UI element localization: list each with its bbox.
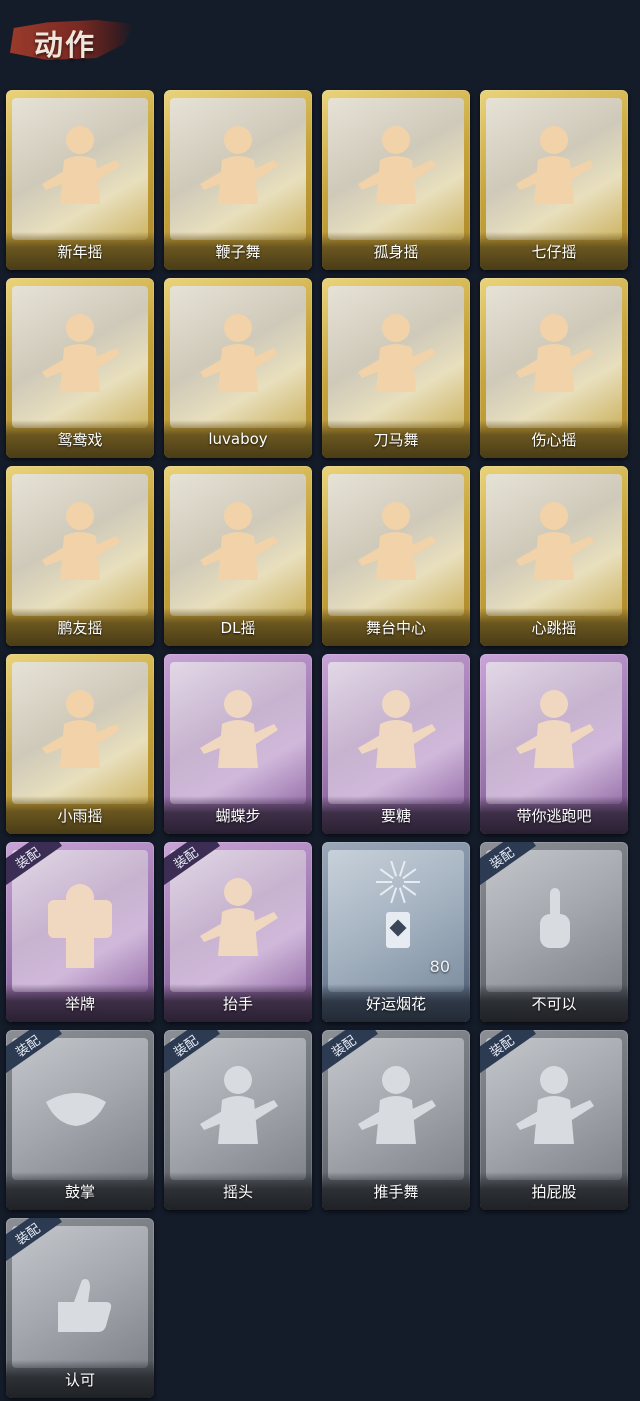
card-label-bar: 孤身摇 [322,232,470,270]
card-label-bar: 摇头 [164,1172,312,1210]
action-card[interactable]: 鸳鸯戏 [6,278,154,458]
action-label: 推手舞 [373,1182,419,1201]
action-label: 蝴蝶步 [215,806,261,825]
card-label-bar: 推手舞 [322,1172,470,1210]
card-label-bar: 伤心摇 [480,420,628,458]
card-label-bar: 舞台中心 [322,608,470,646]
figure-music-icon [6,654,154,804]
card-label-bar: 举牌 [6,984,154,1022]
action-label: 心跳摇 [531,618,577,637]
action-card[interactable]: 装配 认可 [6,1218,154,1398]
figure-dance-icon [164,278,312,428]
item-count: 80 [429,957,450,976]
card-label-bar: 拍屁股 [480,1172,628,1210]
figure-music-icon [480,90,628,240]
action-card[interactable]: 蝴蝶步 [164,654,312,834]
action-label: 鹏友摇 [57,618,103,637]
action-card[interactable]: 鞭子舞 [164,90,312,270]
action-label: 不可以 [531,994,577,1013]
card-label-bar: 要糖 [322,796,470,834]
action-label: 舞台中心 [365,618,426,637]
action-card[interactable]: 要糖 [322,654,470,834]
action-label: 好运烟花 [365,994,426,1013]
action-card[interactable]: 装配 摇头 [164,1030,312,1210]
action-card[interactable]: DL摇 [164,466,312,646]
action-label: 新年摇 [57,242,103,261]
card-label-bar: luvaboy [164,420,312,458]
card-label-bar: 鹏友摇 [6,608,154,646]
figure-point-icon [480,654,628,804]
card-label-bar: DL摇 [164,608,312,646]
action-card[interactable]: 伤心摇 [480,278,628,458]
figure-arms-out-icon [164,654,312,804]
action-label: 孤身摇 [373,242,419,261]
action-label: 小雨摇 [57,806,103,825]
action-card[interactable]: 孤身摇 [322,90,470,270]
figure-music-icon [480,466,628,616]
card-label-bar: 抬手 [164,984,312,1022]
action-label: 要糖 [380,806,411,825]
action-card[interactable]: 新年摇 [6,90,154,270]
action-card[interactable]: 80 好运烟花 [322,842,470,1022]
action-card[interactable]: 装配 举牌 [6,842,154,1022]
card-label-bar: 好运烟花 [322,984,470,1022]
action-card[interactable]: 装配 鼓掌 [6,1030,154,1210]
figure-point-icon [6,466,154,616]
figure-clap-icon [6,90,154,240]
action-card[interactable]: 装配 抬手 [164,842,312,1022]
card-label-bar: 蝴蝶步 [164,796,312,834]
action-label: 七仔摇 [531,242,577,261]
action-label: 鼓掌 [64,1182,95,1201]
figure-stars-icon [322,90,470,240]
action-label: DL摇 [220,618,256,637]
action-card[interactable]: 鹏友摇 [6,466,154,646]
action-label: 拍屁股 [531,1182,577,1201]
action-label: 鞭子舞 [215,242,261,261]
action-label: 抬手 [222,994,253,1013]
action-card[interactable]: 七仔摇 [480,90,628,270]
action-label: 鸳鸯戏 [57,430,103,449]
action-label: 伤心摇 [531,430,577,449]
card-label-bar: 七仔摇 [480,232,628,270]
figure-dance-icon [322,278,470,428]
card-label-bar: 带你逃跑吧 [480,796,628,834]
card-label-bar: 鼓掌 [6,1172,154,1210]
action-card[interactable]: 装配 拍屁股 [480,1030,628,1210]
action-card[interactable]: 小雨摇 [6,654,154,834]
card-label-bar: 新年摇 [6,232,154,270]
action-label: 刀马舞 [373,430,419,449]
action-card[interactable]: 装配 不可以 [480,842,628,1022]
action-card[interactable]: 刀马舞 [322,278,470,458]
page-header: 动作 [10,12,134,64]
figure-heart-icon [164,90,312,240]
card-label-bar: 心跳摇 [480,608,628,646]
card-label-bar: 刀马舞 [322,420,470,458]
action-label: 认可 [64,1370,95,1389]
figure-arm-up-icon [164,466,312,616]
action-card[interactable]: 带你逃跑吧 [480,654,628,834]
action-card[interactable]: 心跳摇 [480,466,628,646]
figure-reach-icon [322,654,470,804]
figure-stars-icon [322,466,470,616]
action-card[interactable]: luvaboy [164,278,312,458]
action-label: 带你逃跑吧 [516,806,592,825]
card-label-bar: 不可以 [480,984,628,1022]
card-label-bar: 认可 [6,1360,154,1398]
figure-heart-hands-icon [480,278,628,428]
card-label-bar: 鸳鸯戏 [6,420,154,458]
action-label: luvaboy [208,430,268,448]
action-card[interactable]: 装配 推手舞 [322,1030,470,1210]
page-title: 动作 [34,28,97,62]
card-label-bar: 鞭子舞 [164,232,312,270]
card-label-bar: 小雨摇 [6,796,154,834]
action-card[interactable]: 舞台中心 [322,466,470,646]
action-label: 摇头 [222,1182,253,1201]
figure-music-icon [6,278,154,428]
action-label: 举牌 [64,994,95,1013]
